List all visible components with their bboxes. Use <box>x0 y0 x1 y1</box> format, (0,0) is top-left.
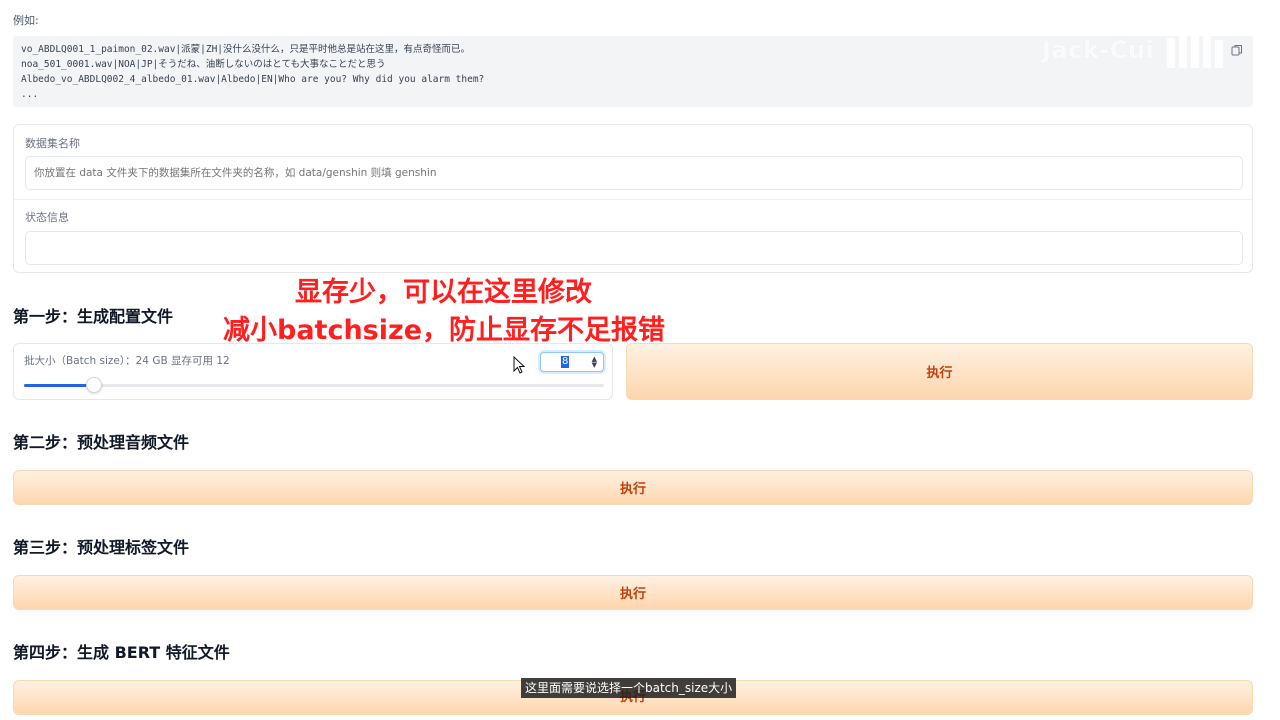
step3-execute-button[interactable]: 执行 <box>13 575 1253 610</box>
mouse-cursor-icon <box>513 356 525 374</box>
dataset-panel: 数据集名称 状态信息 <box>13 124 1253 273</box>
spinner-arrows-icon[interactable]: ▲ ▼ <box>592 356 597 369</box>
slider-fill <box>24 384 94 387</box>
step3-title: 第三步：预处理标签文件 <box>13 538 190 557</box>
annotation-line-2: 减小batchsize，防止显存不足报错 <box>223 315 666 346</box>
batch-size-number-input[interactable]: 8 ▲ ▼ <box>540 352 604 372</box>
watermark-logo: Jack-Cui <box>1042 36 1155 64</box>
example-line: ... <box>21 89 39 100</box>
video-subtitle: 这里面需要说选择一个batch_size大小 <box>521 678 737 698</box>
watermark-bars-icon <box>1167 24 1223 68</box>
step1-execute-button[interactable]: 执行 <box>626 343 1253 400</box>
step2-title: 第二步：预处理音频文件 <box>13 433 190 452</box>
batch-size-label: 批大小（Batch size）：24 GB 显存可用 12 <box>24 355 230 367</box>
status-textbox[interactable] <box>25 231 1243 265</box>
example-line: Albedo_vo_ABDLQ002_4_albedo_01.wav|Albed… <box>21 74 485 85</box>
dataset-name-input[interactable] <box>25 156 1243 190</box>
panel-divider <box>14 199 1252 200</box>
copy-icon[interactable] <box>1231 44 1243 56</box>
annotation-line-1: 显存少，可以在这里修改 <box>295 277 592 308</box>
step4-title: 第四步：生成 BERT 特征文件 <box>13 643 230 662</box>
batch-size-slider[interactable] <box>24 377 604 393</box>
status-label: 状态信息 <box>25 211 69 224</box>
example-label: 例如: <box>13 14 39 27</box>
batch-size-value: 8 <box>561 356 570 368</box>
slider-thumb[interactable] <box>86 377 102 393</box>
step2-execute-button[interactable]: 执行 <box>13 470 1253 505</box>
step1-title: 第一步：生成配置文件 <box>13 307 174 326</box>
dataset-name-label: 数据集名称 <box>25 137 80 150</box>
